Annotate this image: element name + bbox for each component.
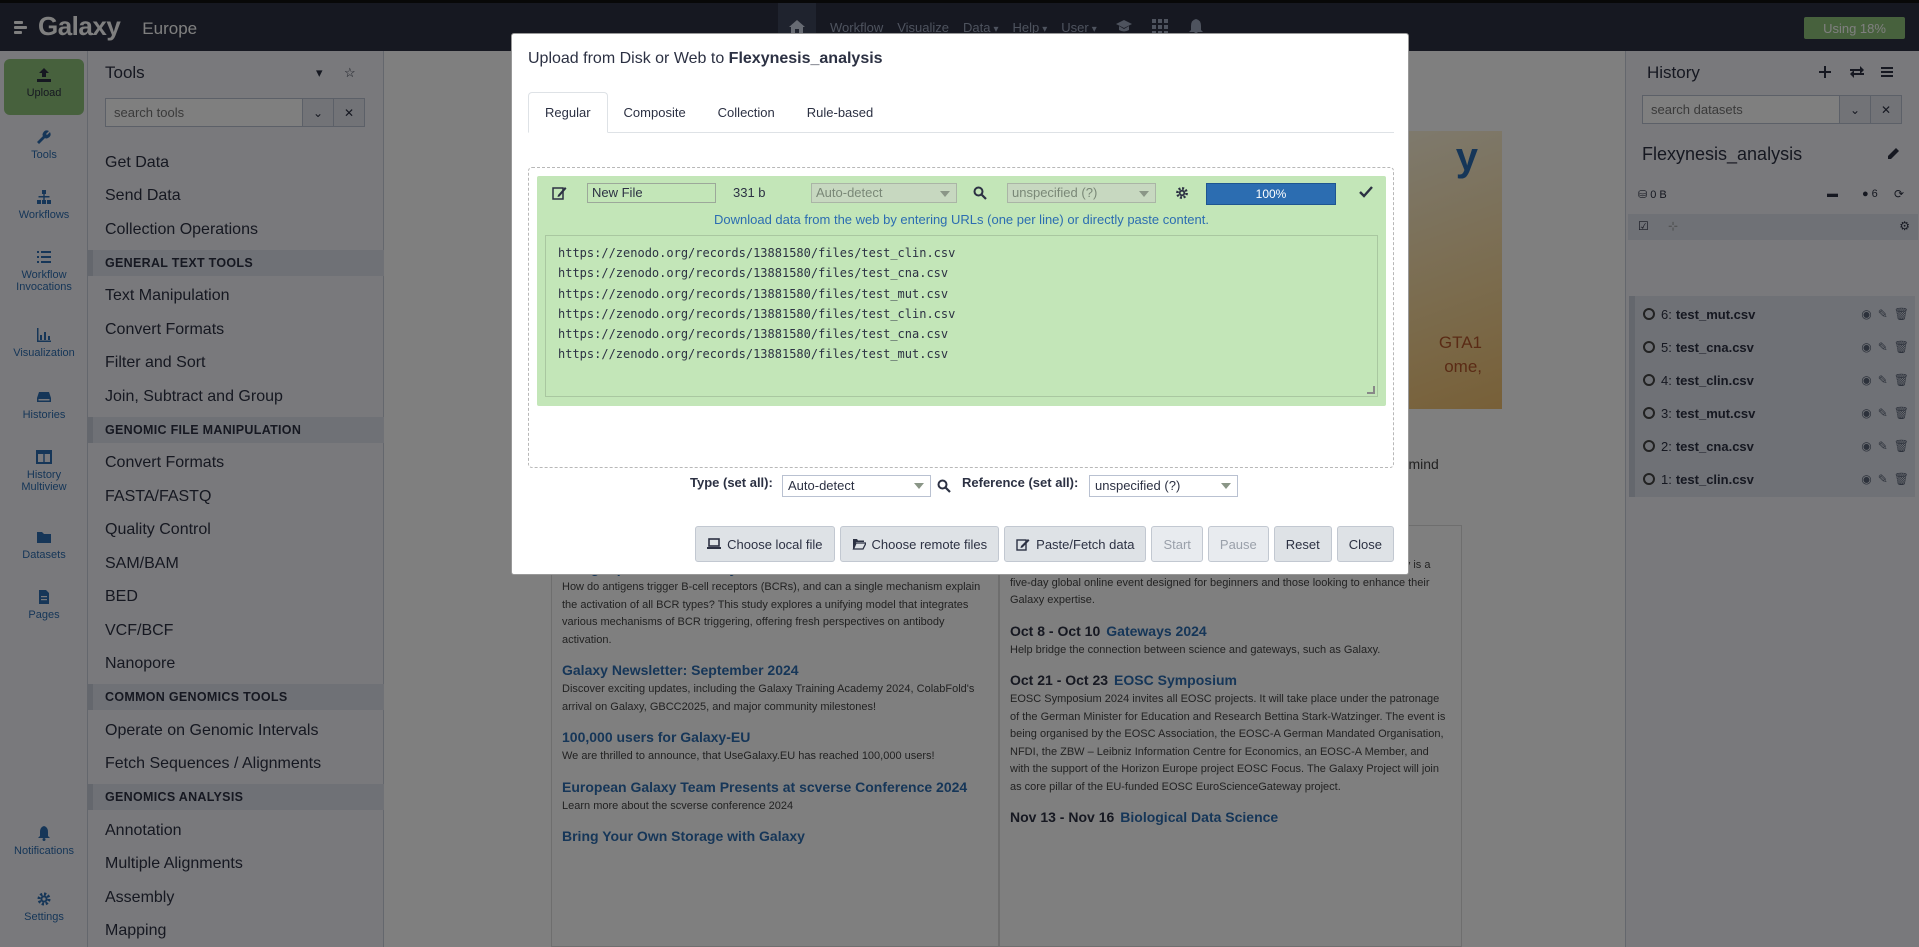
resize-grip-icon[interactable] — [1367, 386, 1375, 394]
url-line: https://zenodo.org/records/13881580/file… — [558, 347, 949, 362]
url-line: https://zenodo.org/records/13881580/file… — [558, 246, 956, 260]
search-icon[interactable] — [973, 186, 987, 200]
pause-button[interactable]: Pause — [1207, 526, 1269, 562]
type-setall-label: Type (set all): — [690, 475, 773, 490]
choose-local-file-label: Choose local file — [727, 536, 823, 552]
tab-composite[interactable]: Composite — [608, 92, 702, 133]
upload-item-type-select[interactable]: Auto-detect — [811, 183, 957, 203]
upload-tabs: Regular Composite Collection Rule-based — [528, 92, 1394, 133]
tab-regular[interactable]: Regular — [528, 92, 608, 133]
url-line: https://zenodo.org/records/13881580/file… — [558, 266, 949, 281]
upload-progress: 100% — [1206, 183, 1336, 205]
upload-title-history: Flexynesis_analysis — [728, 50, 883, 67]
url-line: https://zenodo.org/records/13881580/file… — [558, 306, 956, 321]
choose-remote-files-button[interactable]: Choose remote files — [839, 526, 1000, 562]
upload-title-prefix: Upload from Disk or Web to — [528, 50, 729, 67]
upload-content-textarea[interactable]: https://zenodo.org/records/13881580/file… — [545, 235, 1378, 397]
start-button[interactable]: Start — [1151, 526, 1203, 562]
upload-item-name[interactable]: New File — [587, 183, 716, 203]
upload-item: New File 331 b Auto-detect unspecified (… — [537, 176, 1386, 406]
upload-item-reference-select[interactable]: unspecified (?) — [1007, 183, 1156, 203]
choose-remote-files-label: Choose remote files — [871, 536, 988, 552]
reset-button[interactable]: Reset — [1273, 526, 1332, 562]
url-line: https://zenodo.org/records/13881580/file… — [558, 286, 949, 301]
type-setall-select[interactable]: Auto-detect — [782, 475, 931, 497]
tab-collection[interactable]: Collection — [702, 92, 791, 133]
upload-dialog-title: Upload from Disk or Web to Flexynesis_an… — [528, 50, 883, 68]
close-button[interactable]: Close — [1336, 526, 1394, 562]
ref-setall-label: Reference (set all): — [962, 475, 1079, 490]
choose-local-file-button[interactable]: Choose local file — [695, 526, 835, 562]
paste-fetch-label: Paste/Fetch data — [1036, 536, 1135, 552]
ref-setall-select[interactable]: unspecified (?) — [1089, 475, 1238, 497]
paste-fetch-button[interactable]: Paste/Fetch data — [1004, 526, 1147, 562]
search-icon[interactable] — [937, 479, 951, 493]
upload-dialog: Upload from Disk or Web to Flexynesis_an… — [511, 33, 1409, 575]
folder-open-icon — [852, 539, 866, 550]
laptop-icon — [707, 538, 722, 549]
tab-rule-based[interactable]: Rule-based — [791, 92, 890, 133]
check-icon — [1359, 186, 1373, 198]
upload-button-row: Choose local file Choose remote files Pa… — [695, 526, 1394, 562]
galaxy-app: Galaxy Europe Workflow Visualize Data He… — [0, 0, 1919, 947]
upload-item-size: 331 b — [733, 185, 766, 200]
upload-dropzone[interactable]: New File 331 b Auto-detect unspecified (… — [528, 167, 1394, 468]
edit-icon — [1016, 538, 1030, 551]
gear-icon[interactable] — [1175, 186, 1189, 200]
upload-hint: Download data from the web by entering U… — [714, 212, 1209, 227]
url-line: https://zenodo.org/records/13881580/file… — [558, 327, 949, 342]
edit-icon[interactable] — [552, 186, 567, 200]
